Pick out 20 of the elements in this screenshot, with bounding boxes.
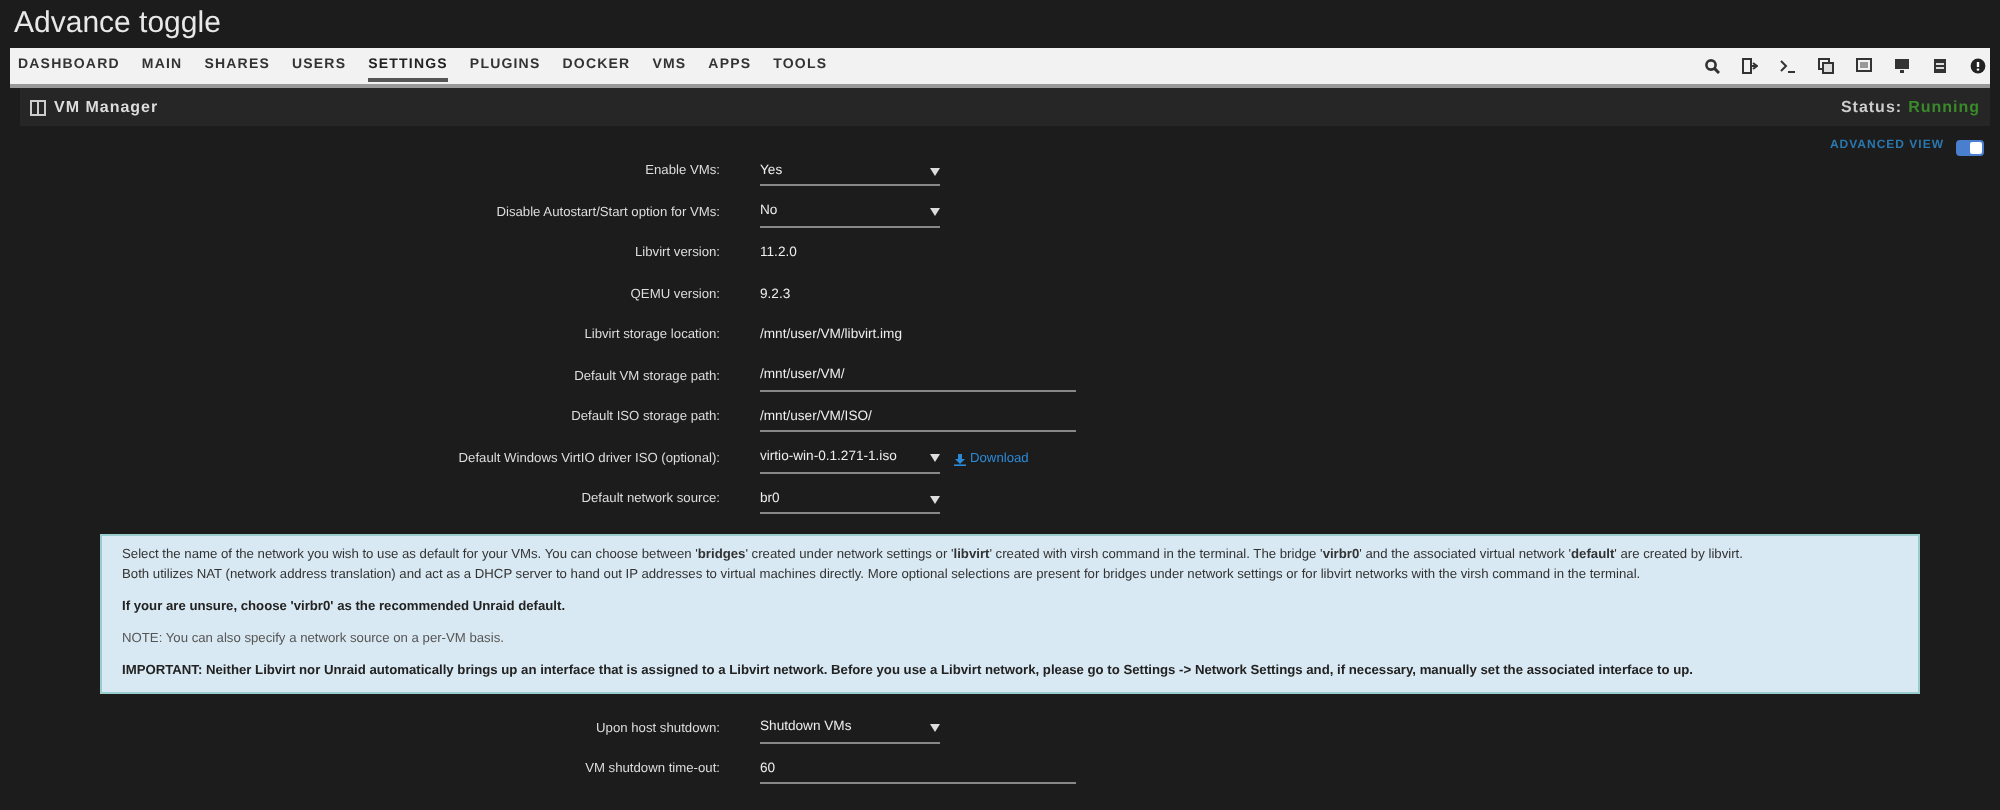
caret-icon — [930, 454, 940, 463]
advanced-view-toggle[interactable] — [1956, 139, 1984, 155]
document-icon[interactable] — [1932, 58, 1948, 74]
caret-icon — [930, 495, 940, 504]
page-caption: Advance toggle — [14, 3, 221, 44]
logout-icon[interactable] — [1742, 58, 1758, 74]
panel-icon — [30, 99, 46, 115]
caret-icon — [930, 724, 940, 733]
monitor-icon[interactable] — [1894, 58, 1910, 74]
caret-icon — [930, 167, 940, 176]
download-icon — [954, 453, 966, 466]
copy-icon[interactable] — [1818, 58, 1834, 74]
search-icon[interactable] — [1704, 58, 1720, 74]
status-value: Running — [1908, 95, 1980, 119]
status-label: Status: — [1840, 95, 1903, 119]
section-title: VM Manager — [54, 95, 159, 119]
terminal-icon[interactable] — [1780, 58, 1796, 74]
caret-icon — [930, 208, 940, 217]
help-icon[interactable] — [1970, 58, 1986, 74]
message-icon[interactable] — [1856, 58, 1872, 74]
